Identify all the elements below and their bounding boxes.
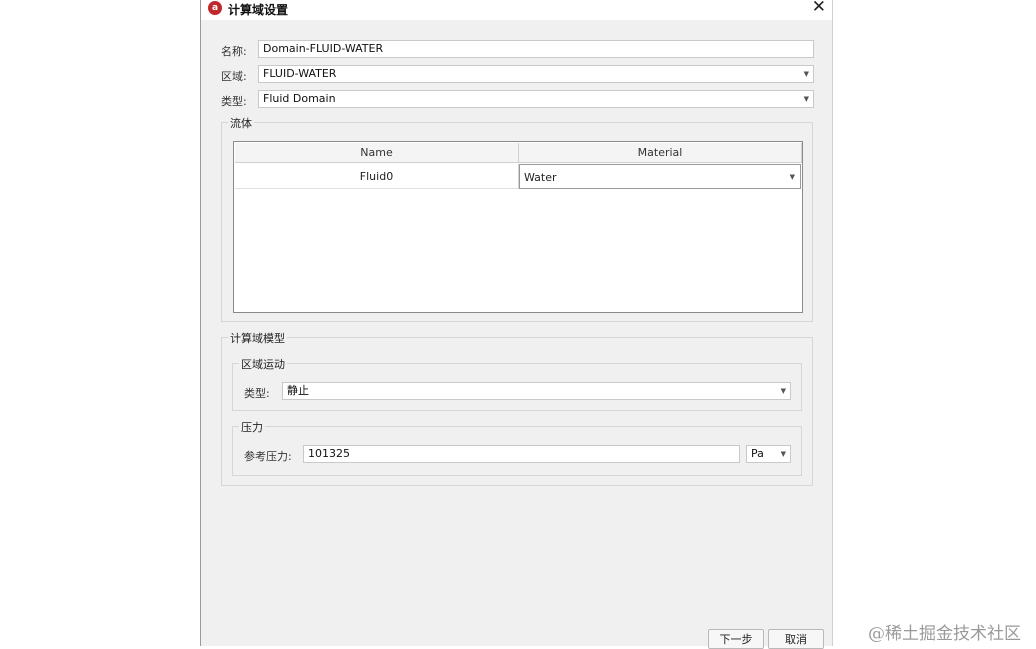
watermark: @稀土掘金技术社区 [868, 624, 1021, 644]
region-select[interactable]: FLUID-WATER ▼ [258, 65, 814, 83]
material-value: Water [524, 171, 557, 184]
motion-type-label: 类型: [244, 387, 270, 400]
pressure-unit-select[interactable]: Pa ▼ [746, 445, 791, 463]
type-label: 类型: [221, 95, 247, 108]
region-motion-title: 区域运动 [239, 356, 287, 372]
cancel-button[interactable]: 取消 [768, 629, 824, 649]
reference-pressure-label: 参考压力: [244, 450, 292, 463]
name-field[interactable]: Domain-FLUID-WATER [258, 40, 814, 58]
region-label: 区域: [221, 70, 247, 83]
reference-pressure-input[interactable]: 101325 [303, 445, 740, 463]
close-icon[interactable]: ✕ [812, 0, 826, 17]
motion-type-value: 静止 [287, 384, 309, 397]
type-select[interactable]: Fluid Domain ▼ [258, 90, 814, 108]
material-select[interactable]: Water ▼ [519, 164, 801, 189]
motion-type-select[interactable]: 静止 ▼ [282, 382, 791, 400]
pressure-title: 压力 [239, 419, 265, 435]
chevron-down-icon: ▼ [803, 95, 809, 103]
name-label: 名称: [221, 45, 247, 58]
title-bar: a 计算域设置 ✕ [201, 0, 832, 20]
fluid-group-title: 流体 [228, 115, 254, 131]
chevron-down-icon: ▼ [803, 70, 809, 78]
pressure-unit-value: Pa [751, 447, 764, 460]
chevron-down-icon: ▼ [789, 173, 795, 181]
app-icon: a [208, 1, 222, 15]
column-header-name[interactable]: Name [235, 143, 519, 163]
domain-settings-dialog: a 计算域设置 ✕ 名称: Domain-FLUID-WATER 区域: FLU… [200, 0, 833, 649]
domain-model-title: 计算域模型 [228, 330, 287, 346]
fluid-name-cell[interactable]: Fluid0 [235, 164, 519, 189]
next-button[interactable]: 下一步 [708, 629, 764, 649]
type-value: Fluid Domain [263, 92, 336, 105]
fluid-table: Name Material Fluid0 Water ▼ [233, 141, 803, 313]
region-value: FLUID-WATER [263, 67, 337, 80]
chevron-down-icon: ▼ [780, 387, 786, 395]
reference-pressure-value: 101325 [308, 447, 350, 460]
chevron-down-icon: ▼ [780, 450, 786, 458]
name-value: Domain-FLUID-WATER [263, 42, 384, 55]
window-title: 计算域设置 [228, 3, 289, 17]
column-header-material[interactable]: Material [519, 143, 802, 163]
